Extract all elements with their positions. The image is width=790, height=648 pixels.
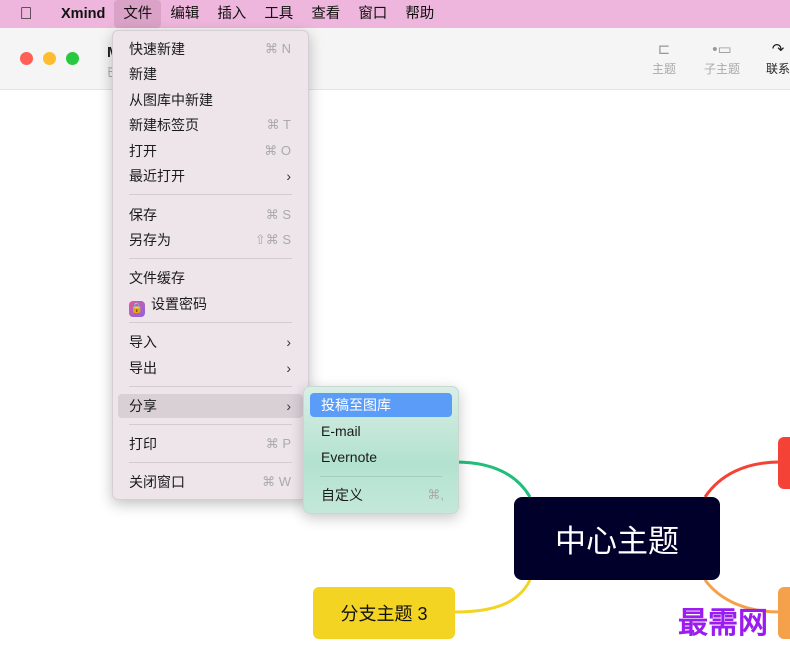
menu-item-recent[interactable]: 最近打开 › xyxy=(118,164,303,188)
connector-red xyxy=(703,460,781,498)
menu-item-new-tab[interactable]: 新建标签页 ⌘ T xyxy=(118,113,303,137)
menu-item-label: 另存为 xyxy=(129,232,171,248)
menu-item-label: 文件缓存 xyxy=(129,270,185,286)
menu-item-set-password[interactable]: 🔒 设置密码 xyxy=(118,292,303,317)
menu-item-label: 打开 xyxy=(129,143,157,159)
file-menu: 快速新建 ⌘ N 新建 从图库中新建 新建标签页 ⌘ T 打开 ⌘ O 最近打开 › 保… xyxy=(112,30,309,500)
chevron-right-icon: › xyxy=(286,168,291,184)
menu-divider xyxy=(129,194,292,195)
menu-divider xyxy=(129,462,292,463)
menu-item-label: 最近打开 xyxy=(129,168,185,184)
menu-item-new-from-gallery[interactable]: 从图库中新建 xyxy=(118,88,303,112)
menu-item-save-as[interactable]: 另存为 ⇧⌘ S xyxy=(118,228,303,252)
menu-item-label: ⇧⌘ S xyxy=(254,232,291,247)
menu-item-label: 新建标签页 xyxy=(129,117,199,133)
menu-item-save[interactable]: 保存 ⌘ S xyxy=(118,203,303,227)
menu-item-file-cache[interactable]: 文件缓存 xyxy=(118,266,303,290)
chevron-right-icon: › xyxy=(286,360,291,376)
menu-item-email[interactable]: E-mail xyxy=(310,419,452,443)
menu-item-open[interactable]: 打开 ⌘ O xyxy=(118,139,303,163)
menu-divider xyxy=(320,476,442,477)
menu-item-new[interactable]: 新建 xyxy=(118,62,303,86)
share-submenu: 投稿至图库 E-mail Evernote 自定义 ⌘, xyxy=(303,386,459,514)
menu-item-import[interactable]: 导入 › xyxy=(118,330,303,354)
menu-item-label: 设置密码 xyxy=(151,296,207,312)
menu-item-print[interactable]: 打印 ⌘ P xyxy=(118,432,303,456)
connector-green xyxy=(454,460,532,498)
menu-item-submit-gallery[interactable]: 投稿至图库 xyxy=(310,393,452,417)
menu-divider xyxy=(129,322,292,323)
menu-item-label: 保存 xyxy=(129,207,157,223)
menu-divider xyxy=(129,258,292,259)
lock-icon: 🔒 xyxy=(129,301,145,317)
menu-item-custom[interactable]: 自定义 ⌘, xyxy=(310,483,452,507)
menu-item-label: ⌘ P xyxy=(265,436,291,451)
watermark: 最需网 xyxy=(678,606,768,641)
central-topic[interactable]: 中心主题 xyxy=(514,497,720,580)
menu-item-label: 打印 xyxy=(129,436,157,452)
menu-item-label: 导出 xyxy=(129,360,157,376)
menu-item-label: 自定义 xyxy=(321,487,363,503)
menu-item-label: 关闭窗口 xyxy=(129,474,185,490)
menu-divider xyxy=(129,424,292,425)
menu-item-label: E-mail xyxy=(321,423,361,439)
menu-item-evernote[interactable]: Evernote xyxy=(310,445,452,469)
branch-topic-3[interactable]: 分支主题 3 xyxy=(313,587,455,639)
menu-item-share[interactable]: 分享 › xyxy=(118,394,303,418)
menu-item-label: 从图库中新建 xyxy=(129,92,213,108)
menu-item-label: ⌘ W xyxy=(262,474,291,489)
menu-item-label: 投稿至图库 xyxy=(321,397,391,413)
menu-item-label: ⌘ T xyxy=(266,117,291,132)
menu-item-label: 导入 xyxy=(129,334,157,350)
menu-item-label: 新建 xyxy=(129,66,157,82)
menu-item-export[interactable]: 导出 › xyxy=(118,356,303,380)
branch-topic-1[interactable] xyxy=(778,437,790,489)
menu-item-quick-new[interactable]: 快速新建 ⌘ N xyxy=(118,37,303,61)
menu-divider xyxy=(129,386,292,387)
menu-item-label: ⌘ N xyxy=(265,41,291,56)
menu-item-close-window[interactable]: 关闭窗口 ⌘ W xyxy=(118,470,303,494)
branch-topic-2[interactable] xyxy=(778,587,790,639)
menu-item-label: ⌘ S xyxy=(265,207,291,222)
chevron-right-icon: › xyxy=(286,334,291,350)
menu-item-label: Evernote xyxy=(321,449,378,465)
chevron-right-icon: › xyxy=(286,398,291,414)
menu-item-label: ⌘ O xyxy=(264,143,291,158)
menu-item-label: 分享 xyxy=(129,398,157,414)
menu-item-label: 快速新建 xyxy=(129,41,185,57)
menu-item-label: ⌘, xyxy=(427,487,444,502)
connector-yellow xyxy=(454,579,532,614)
